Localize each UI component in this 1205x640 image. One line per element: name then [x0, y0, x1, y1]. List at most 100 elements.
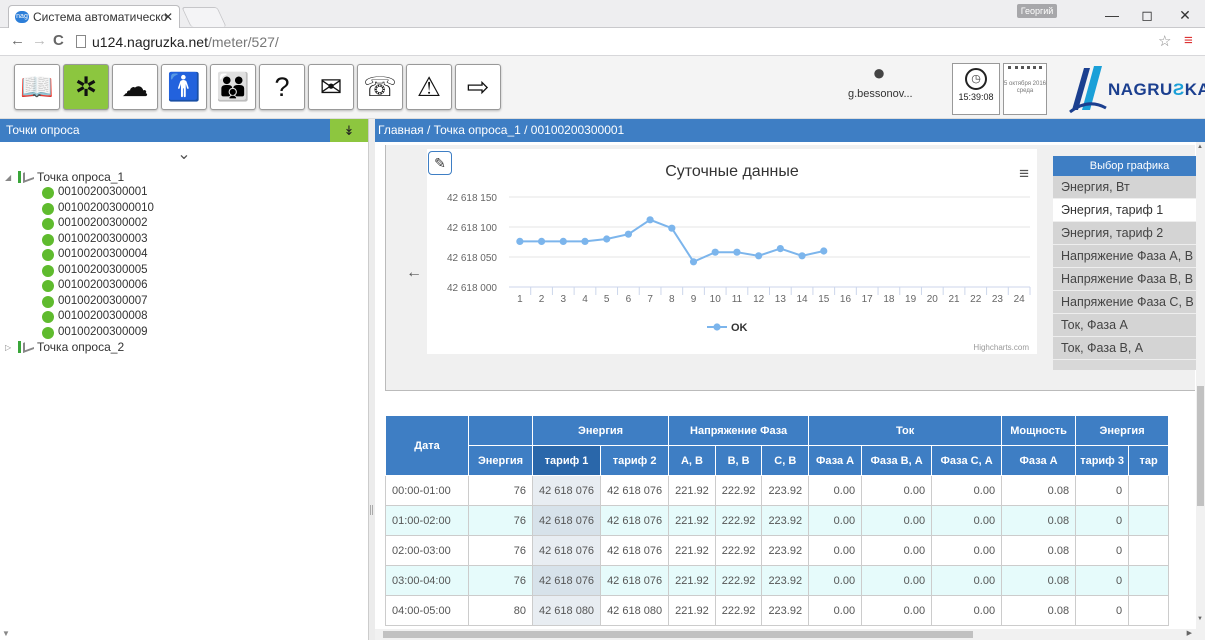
username-label[interactable]: g.bessonov... — [848, 88, 913, 100]
cloud-user-icon[interactable]: ☁ — [112, 64, 158, 110]
col-header-date[interactable]: Дата — [385, 415, 469, 476]
chart-selector-item[interactable]: Напряжение Фаза В, В — [1053, 268, 1196, 291]
col-subheader[interactable]: тариф 1 — [531, 445, 602, 476]
tree-leaf-meter[interactable]: 00100200300003 — [0, 232, 368, 248]
table-sub-header-row: Энергия тариф 1 тариф 2 А, В В, В С, В Фаза АФ… — [386, 445, 1170, 476]
reload-icon[interactable]: C — [53, 32, 64, 49]
col-subheader[interactable]: тариф 2 — [600, 445, 670, 476]
x-tick-label: 3 — [560, 294, 566, 305]
person-icon[interactable]: 🚹 — [161, 64, 207, 110]
breadcrumb[interactable]: Главная / Точка опроса_1 / 0010020030000… — [375, 119, 1205, 142]
tree-leaf-meter[interactable]: 00100200300008 — [0, 309, 368, 325]
left-panel-title: Точки опроса — [6, 123, 80, 137]
chart-selector-item[interactable]: Напряжение Фаза А, В — [1053, 245, 1196, 268]
col-subheader[interactable]: Энергия — [468, 445, 533, 476]
status-ok-icon — [42, 218, 54, 230]
col-subheader[interactable]: тар — [1128, 445, 1170, 476]
y-tick-label: 42 618 100 — [447, 223, 497, 234]
profile-chip[interactable]: Георгий — [1017, 4, 1057, 18]
previous-arrow-icon[interactable]: ← — [406, 264, 422, 282]
chart-selector-item[interactable]: Напряжение Фаза С, В — [1053, 291, 1196, 314]
tree-toggle-icon[interactable]: ▷ — [5, 340, 11, 355]
tree-leaf-meter[interactable]: 00100200300001 — [0, 185, 368, 201]
x-tick-label: 11 — [732, 294, 743, 305]
tree-node-point-1[interactable]: ◢ Точка опроса_1 — [0, 168, 368, 185]
vertical-scrollbar[interactable]: ▲ ▼ — [1196, 142, 1205, 640]
table-cell: 42 618 076 — [600, 565, 670, 596]
tree-toggle-icon[interactable]: ◢ — [5, 170, 11, 185]
chart-selector-item[interactable]: Ток, Фаза А — [1053, 314, 1196, 337]
meeting-icon[interactable]: ☏ — [357, 64, 403, 110]
tree-node-point-2[interactable]: ▷ Точка опроса_2 — [0, 338, 368, 355]
warning-icon[interactable]: ⚠ — [406, 64, 452, 110]
logout-icon[interactable]: ⇨ — [455, 64, 501, 110]
book-icon[interactable]: 📖 — [14, 64, 60, 110]
maximize-icon[interactable]: ◻ — [1132, 4, 1162, 26]
col-subheader[interactable]: В, В — [714, 445, 763, 476]
col-subheader[interactable]: Фаза А — [1001, 445, 1077, 476]
minimize-icon[interactable]: — — [1097, 4, 1127, 26]
table-row[interactable]: 01:00-02:00 76 42 618 076 42 618 076 221.92 2… — [385, 505, 1170, 536]
col-header-energy: Энергия — [531, 415, 670, 446]
scroll-right-icon[interactable]: ▶ — [1187, 629, 1192, 637]
network-icon[interactable]: ✲ — [63, 64, 109, 110]
chart-selector-item[interactable]: Энергия, тариф 1 — [1053, 199, 1196, 222]
legend-label[interactable]: OK — [731, 322, 748, 334]
main-content: ← 42 618 000 42 618 050 42 618 100 42 618 1… — [375, 142, 1196, 640]
col-subheader[interactable]: Фаза А — [808, 445, 863, 476]
splitter-grip[interactable] — [370, 505, 373, 515]
tree-leaf-meter[interactable]: 00100200300007 — [0, 294, 368, 310]
scrollbar-thumb[interactable] — [383, 631, 973, 638]
chart-selector-item[interactable]: Энергия, Вт — [1053, 176, 1196, 199]
envelope-icon[interactable]: ✉ — [308, 64, 354, 110]
x-tick-label: 10 — [710, 294, 722, 305]
chevron-down-icon[interactable]: ⌄ — [0, 142, 368, 170]
col-subheader[interactable]: С, В — [761, 445, 810, 476]
menu-icon[interactable]: ≡ — [1184, 32, 1193, 49]
close-window-icon[interactable]: ✕ — [1170, 4, 1200, 26]
tree-leaf-meter[interactable]: 00100200300002 — [0, 216, 368, 232]
tab-close-icon[interactable]: ✕ — [163, 6, 173, 28]
table-cell — [1128, 595, 1170, 626]
col-subheader[interactable]: А, В — [668, 445, 716, 476]
table-cell: 0.00 — [931, 565, 1003, 596]
col-subheader[interactable]: Фаза В, А — [861, 445, 933, 476]
scroll-down-icon[interactable]: ▼ — [2, 629, 10, 638]
chart-menu-icon[interactable]: ≡ — [1019, 164, 1029, 184]
user-avatar-icon[interactable]: ● — [866, 60, 892, 86]
table-row[interactable]: 02:00-03:00 76 42 618 076 42 618 076 221.92 2… — [385, 535, 1170, 566]
col-subheader[interactable]: тариф 3 — [1075, 445, 1130, 476]
table-cell: 0.00 — [861, 475, 933, 506]
user-question-icon[interactable]: ? — [259, 64, 305, 110]
tree-leaf-meter[interactable]: 00100200300004 — [0, 247, 368, 263]
y-tick-label: 42 618 000 — [447, 283, 497, 294]
tree-leaf-meter[interactable]: 001002003000010 — [0, 201, 368, 217]
url-field[interactable]: u124.nagruzka.net/meter/527/ — [92, 32, 279, 52]
tree-leaf-meter[interactable]: 00100200300009 — [0, 325, 368, 341]
meter-id: 00100200300002 — [58, 217, 148, 229]
chart-selector-item[interactable]: Ток, Фаза В, А — [1053, 337, 1196, 360]
forward-icon[interactable]: → — [32, 32, 47, 49]
browser-tab[interactable]: nag Система автоматическо ✕ — [8, 5, 180, 28]
chart-selector-item[interactable]: Энергия, тариф 2 — [1053, 222, 1196, 245]
collapse-panel-button[interactable]: ↡ — [330, 119, 368, 142]
table-cell: 222.92 — [714, 565, 763, 596]
table-row[interactable]: 00:00-01:00 76 42 618 076 42 618 076 221.92 2… — [385, 475, 1170, 506]
scroll-down-icon[interactable]: ▼ — [1197, 616, 1203, 622]
daily-chart: 42 618 000 42 618 050 42 618 100 42 618 150… — [427, 149, 1037, 354]
calendar-date: 5 октября 2016 среда — [1004, 81, 1046, 94]
table-row[interactable]: 04:00-05:00 80 42 618 080 42 618 080 221.92 2… — [385, 595, 1170, 626]
chart-area: ← 42 618 000 42 618 050 42 618 100 42 618 1… — [385, 145, 1196, 391]
bookmark-star-icon[interactable]: ☆ — [1158, 32, 1171, 50]
tree-leaf-meter[interactable]: 00100200300006 — [0, 278, 368, 294]
table-row[interactable]: 03:00-04:00 76 42 618 076 42 618 076 221.92 2… — [385, 565, 1170, 596]
tree-leaf-meter[interactable]: 00100200300005 — [0, 263, 368, 279]
scroll-up-icon[interactable]: ▲ — [1197, 144, 1203, 150]
horizontal-scrollbar[interactable]: ▶ — [375, 629, 1196, 640]
col-subheader[interactable]: Фаза С, А — [931, 445, 1003, 476]
new-tab-button[interactable] — [181, 7, 227, 27]
group-icon[interactable]: 👪 — [210, 64, 256, 110]
back-icon[interactable]: ← — [10, 32, 25, 49]
chart-credit[interactable]: Highcharts.com — [973, 343, 1029, 352]
scrollbar-thumb[interactable] — [1197, 386, 1204, 506]
